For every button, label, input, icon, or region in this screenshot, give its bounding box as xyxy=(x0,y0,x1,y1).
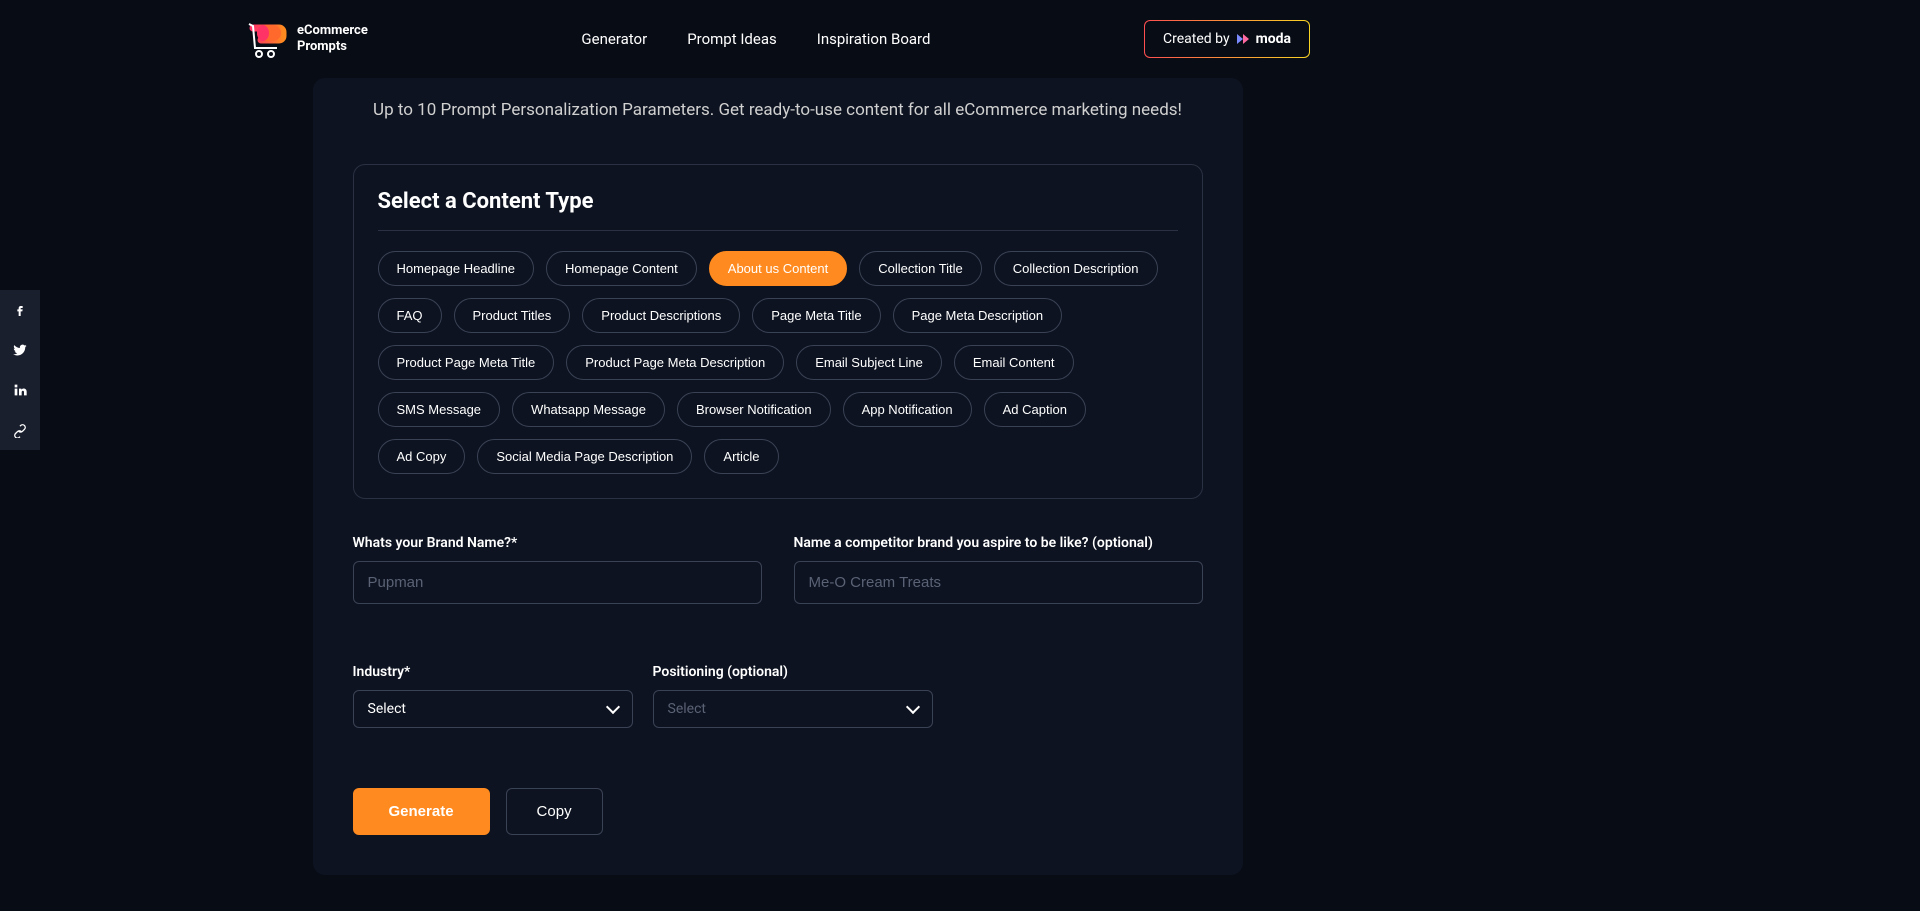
content-type-chips: Homepage Headline Homepage Content About u… xyxy=(378,251,1178,474)
competitor-label: Name a competitor brand you aspire to be… xyxy=(794,535,1203,551)
created-by-label: Created by xyxy=(1163,31,1230,47)
content-type-chip[interactable]: Email Content xyxy=(954,345,1074,380)
brand-name-label: Whats your Brand Name?* xyxy=(353,535,762,551)
content-type-chip[interactable]: About us Content xyxy=(709,251,847,286)
brand-line2: Prompts xyxy=(297,39,368,55)
logo-icon xyxy=(245,18,287,60)
content-type-chip[interactable]: Page Meta Title xyxy=(752,298,880,333)
generator-panel: Up to 10 Prompt Personalization Paramete… xyxy=(313,78,1243,875)
brand-name-input[interactable] xyxy=(353,561,762,604)
industry-value: Select xyxy=(368,701,406,717)
created-by-badge[interactable]: Created by moda xyxy=(1144,20,1310,58)
subtitle: Up to 10 Prompt Personalization Paramete… xyxy=(313,78,1243,164)
chevron-down-icon xyxy=(905,699,919,713)
moda-icon xyxy=(1236,32,1250,46)
industry-select[interactable]: Select xyxy=(353,690,633,728)
content-type-title: Select a Content Type xyxy=(378,189,1178,231)
actions-row: Generate Copy xyxy=(313,728,1243,835)
brand-name: eCommerce Prompts xyxy=(297,23,368,54)
copy-button[interactable]: Copy xyxy=(506,788,603,835)
share-linkedin[interactable] xyxy=(0,370,40,410)
nav-inspiration-board[interactable]: Inspiration Board xyxy=(817,30,931,48)
generate-button[interactable]: Generate xyxy=(353,788,490,835)
form-row-2: Industry* Select Positioning (optional) … xyxy=(313,604,1243,728)
competitor-input[interactable] xyxy=(794,561,1203,604)
positioning-value: Select xyxy=(668,701,706,717)
content-type-chip[interactable]: SMS Message xyxy=(378,392,501,427)
content-type-chip[interactable]: Collection Title xyxy=(859,251,982,286)
content-type-chip[interactable]: Ad Copy xyxy=(378,439,466,474)
content-type-chip[interactable]: Whatsapp Message xyxy=(512,392,665,427)
content-type-chip[interactable]: Social Media Page Description xyxy=(477,439,692,474)
content-type-chip[interactable]: Browser Notification xyxy=(677,392,831,427)
competitor-group: Name a competitor brand you aspire to be… xyxy=(794,535,1203,604)
content-type-chip[interactable]: Page Meta Description xyxy=(893,298,1063,333)
content-type-chip[interactable]: Homepage Headline xyxy=(378,251,535,286)
content-type-chip[interactable]: Homepage Content xyxy=(546,251,697,286)
share-link[interactable] xyxy=(0,410,40,450)
brand-line1: eCommerce xyxy=(297,23,368,39)
main-nav: Generator Prompt Ideas Inspiration Board xyxy=(581,30,930,48)
share-twitter[interactable] xyxy=(0,330,40,370)
positioning-label: Positioning (optional) xyxy=(653,664,933,680)
header: eCommerce Prompts Generator Prompt Ideas… xyxy=(0,0,1555,78)
industry-group: Industry* Select xyxy=(353,664,633,728)
content-type-chip[interactable]: Article xyxy=(704,439,778,474)
content-type-section: Select a Content Type Homepage HeadlineH… xyxy=(353,164,1203,499)
industry-label: Industry* xyxy=(353,664,633,680)
chevron-down-icon xyxy=(605,699,619,713)
nav-prompt-ideas[interactable]: Prompt Ideas xyxy=(687,30,777,48)
brand-name-group: Whats your Brand Name?* xyxy=(353,535,762,604)
content-type-chip[interactable]: Email Subject Line xyxy=(796,345,942,380)
positioning-group: Positioning (optional) Select xyxy=(653,664,933,728)
social-share-bar xyxy=(0,290,40,450)
content-type-chip[interactable]: Product Page Meta Description xyxy=(566,345,784,380)
content-type-chip[interactable]: Product Page Meta Title xyxy=(378,345,555,380)
moda-name: moda xyxy=(1256,31,1291,47)
content-type-chip[interactable]: Ad Caption xyxy=(984,392,1086,427)
content-type-chip[interactable]: FAQ xyxy=(378,298,442,333)
positioning-select[interactable]: Select xyxy=(653,690,933,728)
form-row-1: Whats your Brand Name?* Name a competito… xyxy=(313,499,1243,604)
nav-generator[interactable]: Generator xyxy=(581,30,647,48)
content-type-chip[interactable]: App Notification xyxy=(843,392,972,427)
content-type-chip[interactable]: Collection Description xyxy=(994,251,1158,286)
share-facebook[interactable] xyxy=(0,290,40,330)
content-type-chip[interactable]: Product Titles xyxy=(454,298,571,333)
brand-logo[interactable]: eCommerce Prompts xyxy=(245,18,368,60)
content-type-chip[interactable]: Product Descriptions xyxy=(582,298,740,333)
